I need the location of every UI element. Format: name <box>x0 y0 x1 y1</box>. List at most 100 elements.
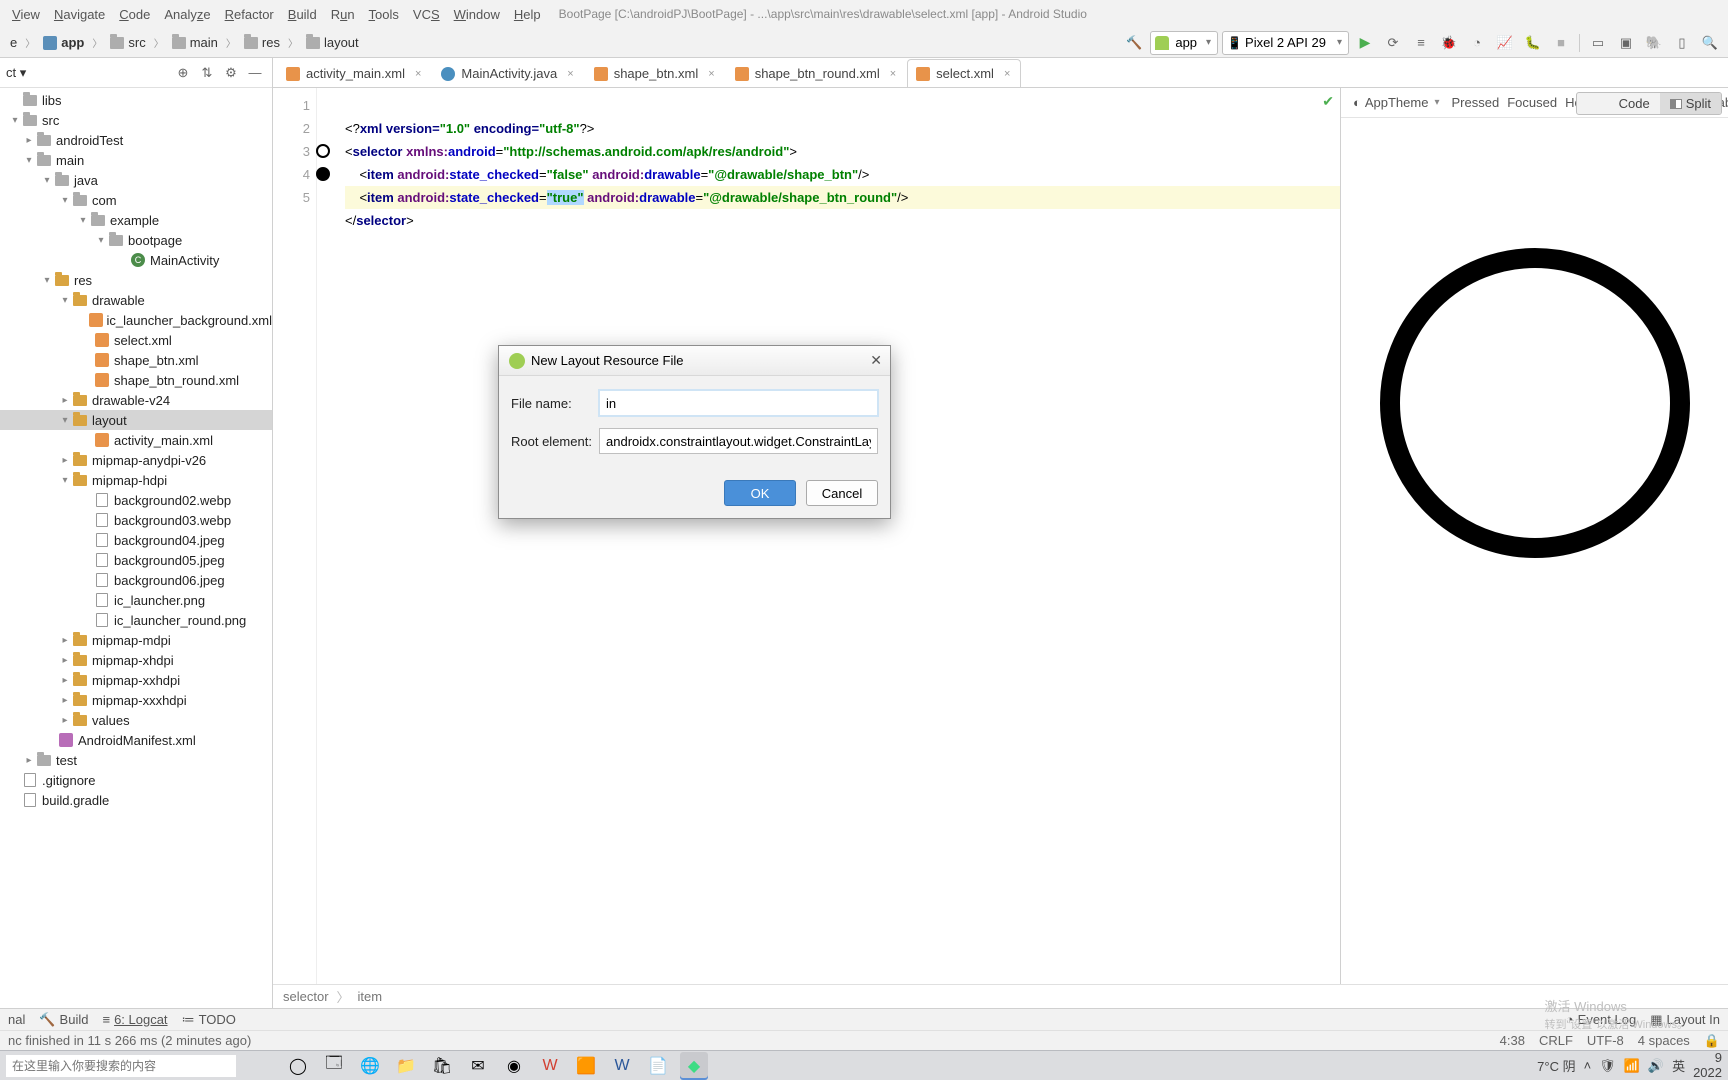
menu-view[interactable]: View <box>6 5 46 24</box>
task-taskview-icon[interactable]: 🗔 <box>320 1052 348 1080</box>
settings-icon[interactable]: ⚙ <box>220 62 242 84</box>
folder-icon <box>244 37 258 49</box>
tab-activity-main[interactable]: activity_main.xml× <box>277 59 432 87</box>
folder-icon <box>172 37 186 49</box>
toolwindow-logcat[interactable]: ≡ 6: Logcat <box>102 1012 167 1028</box>
editor-view-switch[interactable]: Code Split <box>1576 92 1722 115</box>
tray-weather[interactable]: 7°C 阴 <box>1537 1056 1575 1075</box>
tray-network-icon[interactable]: 📶 <box>1624 1058 1640 1074</box>
coverage-icon[interactable]: ◔ <box>1465 31 1489 55</box>
close-icon[interactable]: × <box>890 68 896 80</box>
close-icon[interactable]: × <box>708 68 714 80</box>
run-button[interactable]: ▶ <box>1353 31 1377 55</box>
tray-volume-icon[interactable]: 🔊 <box>1648 1058 1664 1074</box>
view-split-button[interactable]: Split <box>1660 93 1721 114</box>
tray-clock[interactable]: 92022 <box>1693 1051 1722 1080</box>
menu-window[interactable]: Window <box>448 5 506 24</box>
device-combo[interactable]: Pixel 2 API 29 <box>1222 31 1349 55</box>
task-app-icon[interactable]: 🟧 <box>572 1052 600 1080</box>
menu-navigate[interactable]: Navigate <box>48 5 111 24</box>
project-tree[interactable]: libs ▾src ▸androidTest ▾main ▾java ▾com … <box>0 88 272 1008</box>
device-manager-icon[interactable]: ▯ <box>1670 31 1694 55</box>
module-icon <box>43 36 57 50</box>
project-panel[interactable]: ct ▾ ⊕ ⇅ ⚙ — libs ▾src ▸androidTest ▾mai… <box>0 58 273 1008</box>
editor-tab-bar[interactable]: activity_main.xml× MainActivity.java× sh… <box>273 58 1728 88</box>
folder-icon <box>306 37 320 49</box>
stop-icon[interactable]: ■ <box>1549 31 1573 55</box>
toolwindow-eventlog[interactable]: ◔ Event Log <box>1566 1012 1636 1028</box>
menu-tools[interactable]: Tools <box>363 5 405 24</box>
menu-code[interactable]: Code <box>113 5 156 24</box>
locate-icon[interactable]: ⊕ <box>172 62 194 84</box>
run-config-combo[interactable]: app <box>1150 31 1218 55</box>
search-everywhere-icon[interactable]: 🔍 <box>1698 31 1722 55</box>
close-icon[interactable]: × <box>415 68 421 80</box>
task-chrome-icon[interactable]: ◉ <box>500 1052 528 1080</box>
hide-panel-icon[interactable]: — <box>244 62 266 84</box>
toolwindow-build[interactable]: 🔨 Build <box>39 1012 88 1028</box>
tree-node-layout: ▾layout <box>0 410 272 430</box>
status-encoding[interactable]: UTF-8 <box>1587 1033 1624 1049</box>
task-mail-icon[interactable]: ✉ <box>464 1052 492 1080</box>
task-store-icon[interactable]: 🛍 <box>428 1052 456 1080</box>
main-menu[interactable]: View Navigate Code Analyze Refactor Buil… <box>6 5 547 24</box>
tab-select[interactable]: select.xml× <box>907 59 1021 87</box>
status-indent[interactable]: 4 spaces <box>1638 1033 1690 1049</box>
theme-combo[interactable]: ◐ AppTheme <box>1349 93 1443 112</box>
attach-debugger-icon[interactable]: 🐛 <box>1521 31 1545 55</box>
menu-refactor[interactable]: Refactor <box>219 5 280 24</box>
tab-shape-btn[interactable]: shape_btn.xml× <box>585 59 726 87</box>
state-pressed[interactable]: Pressed <box>1451 95 1499 110</box>
state-focused[interactable]: Focused <box>1507 95 1557 110</box>
menu-run[interactable]: Run <box>325 5 361 24</box>
toolwindow-terminal[interactable]: nal <box>8 1012 25 1028</box>
status-message: nc finished in 11 s 266 ms (2 minutes ag… <box>8 1033 251 1048</box>
taskbar-search-input[interactable] <box>6 1055 236 1077</box>
debug-icon[interactable]: ≡ <box>1409 31 1433 55</box>
window-title: BootPage [C:\androidPJ\BootPage] - ...\a… <box>559 7 1087 21</box>
task-cortana-icon[interactable]: ◯ <box>284 1052 312 1080</box>
menu-build[interactable]: Build <box>282 5 323 24</box>
toolwindow-todo[interactable]: ≔ TODO <box>182 1012 236 1028</box>
avd-manager-icon[interactable]: ▭ <box>1586 31 1610 55</box>
apply-changes-icon[interactable]: ⟳ <box>1381 31 1405 55</box>
sync-gradle-icon[interactable]: 🐘 <box>1642 31 1666 55</box>
collapse-icon[interactable]: ⇅ <box>196 62 218 84</box>
drawable-preview-panel: ◐ AppTheme Pressed Focused Hovered Selec… <box>1340 88 1728 984</box>
task-notepad-icon[interactable]: 📄 <box>644 1052 672 1080</box>
tray-chevron-up-icon[interactable]: ˄ <box>1584 1058 1592 1073</box>
line-gutter: 1 2 3 4 5 <box>273 88 317 984</box>
structure-breadcrumb[interactable]: selector〉item <box>273 984 1728 1008</box>
status-line-separator[interactable]: CRLF <box>1539 1033 1573 1049</box>
windows-taskbar[interactable]: ◯ 🗔 🌐 📁 🛍 ✉ ◉ W 🟧 W 📄 ◆ 7°C 阴 ˄ 🛡 📶 🔊 英 … <box>0 1050 1728 1080</box>
inspection-ok-icon: ✔ <box>1322 90 1334 113</box>
android-icon <box>1155 36 1169 50</box>
close-icon[interactable]: × <box>567 68 573 80</box>
menu-analyze[interactable]: Analyze <box>158 5 216 24</box>
task-explorer-icon[interactable]: 📁 <box>392 1052 420 1080</box>
tab-shape-btn-round[interactable]: shape_btn_round.xml× <box>726 59 907 87</box>
sdk-manager-icon[interactable]: ▣ <box>1614 31 1638 55</box>
project-dropdown[interactable]: ct ▾ <box>6 65 26 81</box>
close-icon[interactable]: × <box>1004 68 1010 80</box>
bug-icon[interactable]: 🐞 <box>1437 31 1461 55</box>
toolwindow-layout-inspector[interactable]: ▦ Layout In <box>1650 1012 1720 1028</box>
drawable-preview-circle <box>1380 248 1690 558</box>
tray-ime[interactable]: 英 <box>1672 1056 1685 1075</box>
code-editor[interactable]: 1 2 3 4 5 ✔<?xml version="1.0" encoding=… <box>273 88 1340 984</box>
task-android-studio-icon[interactable]: ◆ <box>680 1052 708 1080</box>
build-hammer-icon[interactable]: 🔨 <box>1122 31 1146 55</box>
task-edge-icon[interactable]: 🌐 <box>356 1052 384 1080</box>
task-wps-icon[interactable]: W <box>536 1052 564 1080</box>
folder-icon <box>110 37 124 49</box>
menu-help[interactable]: Help <box>508 5 547 24</box>
view-code-button[interactable]: Code <box>1577 93 1660 114</box>
tray-security-icon[interactable]: 🛡 <box>1599 1058 1616 1074</box>
tab-mainactivity[interactable]: MainActivity.java× <box>432 59 584 87</box>
breadcrumb[interactable]: e〉 app〉 src〉 main〉 res〉 layout <box>6 33 363 52</box>
status-readonly-icon[interactable]: 🔒 <box>1704 1033 1720 1049</box>
status-caret-position: 4:38 <box>1500 1033 1525 1049</box>
task-word-icon[interactable]: W <box>608 1052 636 1080</box>
menu-vcs[interactable]: VCS <box>407 5 446 24</box>
profiler-icon[interactable]: 📈 <box>1493 31 1517 55</box>
